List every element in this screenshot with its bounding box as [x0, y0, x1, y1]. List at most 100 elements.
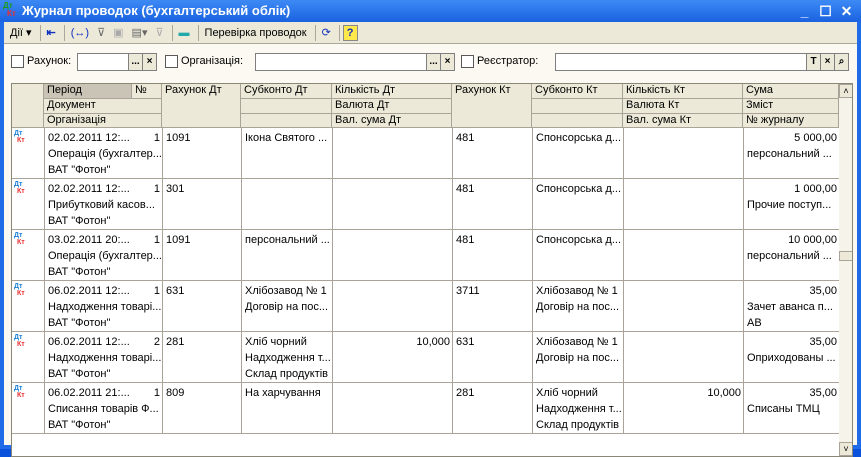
org-clear-button[interactable]: × [440, 53, 455, 71]
registrar-search-button[interactable]: ⌕ [834, 53, 849, 71]
registrar-type-button[interactable]: T [806, 53, 821, 71]
cell-subconto-kt [533, 163, 623, 177]
cell-account-kt: 281 [456, 387, 475, 399]
header-period[interactable]: Період [44, 84, 132, 99]
cell-subconto-dt [242, 182, 332, 196]
maximize-button[interactable]: ☐ [817, 3, 834, 19]
cell-org: ВАТ "Фотон" [48, 164, 111, 176]
account-checkbox[interactable] [11, 55, 24, 68]
cell-qty-kt [624, 233, 743, 247]
cell-content: Списаны ТМЦ [747, 403, 820, 415]
table-row[interactable]: Дт Кт 02.02.2011 12:... 1 Операція (бухгалте… [12, 128, 839, 179]
org-checkbox[interactable] [165, 55, 178, 68]
header-document[interactable]: Документ [44, 99, 162, 114]
cell-document: Операція (бухгалтер... [48, 250, 162, 262]
cell-journal [744, 163, 839, 177]
header-journal[interactable]: № журналу [743, 114, 839, 128]
header-corner[interactable] [12, 84, 44, 128]
cell-subconto-kt: Договір на пос... [536, 301, 620, 313]
cell-subconto-kt: Хлібозавод № 1 [536, 285, 618, 297]
header-acc_dt[interactable]: Рахунок Дт [162, 84, 241, 128]
cell-sum: 1 000,00 [794, 183, 837, 195]
account-clear-button[interactable]: × [142, 53, 157, 71]
table-row[interactable]: Дт Кт 06.02.2011 21:... 1 Списання товарів Ф… [12, 383, 839, 434]
cell-subconto-kt: Склад продуктів [536, 419, 620, 431]
cell-org: ВАТ "Фотон" [48, 266, 111, 278]
cell-org: ВАТ "Фотон" [48, 419, 111, 431]
filter-value-icon[interactable]: ▣ [110, 24, 126, 42]
close-button[interactable]: ✕ [838, 3, 855, 19]
header-qty_kt[interactable]: Кількість Кт [623, 84, 743, 99]
scroll-up-button[interactable]: ˄ [839, 84, 852, 98]
entry-dt-kt-icon: Дт Кт [14, 181, 25, 195]
table-row[interactable]: Дт Кт 03.02.2011 20:... 1 Операція (бухгалте… [12, 230, 839, 281]
filter-list-icon[interactable]: ▤▾ [129, 24, 151, 42]
help-button[interactable]: ? [342, 24, 358, 41]
header-sub_kt-2[interactable] [532, 99, 623, 114]
header-cur_kt[interactable]: Валюта Кт [623, 99, 743, 114]
separator [338, 24, 340, 41]
header-cursum_kt[interactable]: Вал. сума Кт [623, 114, 743, 128]
account-select-button[interactable]: ... [128, 53, 143, 71]
cell-period: 06.02.2011 12:... [48, 285, 130, 297]
cell-document: Надходження товарі... [48, 301, 162, 313]
window-title: Журнал проводок (бухгалтерський облік) [22, 3, 291, 18]
org-input[interactable] [255, 53, 430, 71]
cell-subconto-kt: Спонсорська д... [536, 183, 621, 195]
scroll-down-button[interactable]: ˅ [839, 442, 852, 456]
scroll-thumb[interactable] [839, 251, 852, 261]
cell-subconto-dt: Договір на пос... [245, 301, 329, 313]
cell-journal [744, 214, 839, 228]
client-area: Дії ▾ ⇤ (↔) ⊽ ▣ ▤▾ ⊽ ▬ Перевірка проводо… [4, 22, 857, 457]
table-row[interactable]: Дт Кт 02.02.2011 12:... 1 Прибутковий касов.… [12, 179, 839, 230]
header-sub_dt-3[interactable] [241, 114, 332, 128]
account-input[interactable] [77, 53, 132, 71]
cell-account-kt: 631 [456, 336, 475, 348]
cell-org: ВАТ "Фотон" [48, 317, 111, 329]
header-sub_dt[interactable]: Субконто Дт [241, 84, 332, 99]
cell-subconto-kt [533, 214, 623, 228]
clear-filter-icon[interactable]: ⊽ [152, 24, 166, 42]
panel-icon[interactable]: ▬ [176, 24, 193, 42]
cell-subconto-dt: Хліб чорний [245, 336, 307, 348]
header-sub_kt[interactable]: Субконто Кт [532, 84, 623, 99]
header-qty_dt[interactable]: Кількість Дт [332, 84, 452, 99]
header-sub_kt-3[interactable] [532, 114, 623, 128]
header-cursum_dt[interactable]: Вал. сума Дт [332, 114, 452, 128]
filter-icon[interactable]: ⊽ [94, 24, 108, 42]
title-bar: Дт Кт Журнал проводок (бухгалтерський обл… [0, 0, 861, 22]
back-arrow-icon[interactable]: ⇤ [44, 24, 59, 42]
cell-qty-dt: 10,000 [416, 336, 450, 348]
cell-qty-kt: 10,000 [707, 387, 741, 399]
entry-dt-kt-icon: Дт Кт [14, 283, 25, 297]
actions-menu[interactable]: Дії ▾ [7, 24, 35, 42]
org-select-button[interactable]: ... [426, 53, 441, 71]
header-org[interactable]: Організація [44, 114, 162, 128]
header-sum[interactable]: Сума [743, 84, 839, 99]
registrar-input[interactable] [555, 53, 809, 71]
registrar-checkbox[interactable] [461, 55, 474, 68]
account-label: Рахунок: [27, 55, 72, 67]
cell-subconto-kt: Надходження т... [536, 403, 622, 415]
registrar-clear-button[interactable]: × [820, 53, 835, 71]
header-sub_dt-2[interactable] [241, 99, 332, 114]
header-num[interactable]: № [132, 84, 162, 99]
table-row[interactable]: Дт Кт 06.02.2011 12:... 1 Надходження товарі… [12, 281, 839, 332]
interval-icon[interactable]: (↔) [68, 24, 92, 42]
cell-sum: 5 000,00 [794, 132, 837, 144]
cell-subconto-dt: На харчування [245, 387, 321, 399]
vertical-scrollbar[interactable]: ˄ ˅ [839, 84, 852, 456]
cell-subconto-dt: Хлібозавод № 1 [245, 285, 327, 297]
table-row[interactable]: Дт Кт 06.02.2011 12:... 2 Надходження товарі… [12, 332, 839, 383]
cell-subconto-kt [533, 367, 623, 381]
check-entries-button[interactable]: Перевірка проводок [202, 24, 310, 42]
cell-subconto-dt: персональний ... [245, 234, 330, 246]
header-acc_kt[interactable]: Рахунок Кт [452, 84, 532, 128]
header-cur_dt[interactable]: Валюта Дт [332, 99, 452, 114]
minimize-button[interactable]: _ [796, 3, 813, 19]
cell-subconto-dt: Ікона Святого ... [245, 132, 328, 144]
separator [39, 24, 41, 41]
refresh-icon[interactable]: ⟳ [319, 24, 334, 42]
header-content[interactable]: Зміст [743, 99, 839, 114]
cell-account-dt: 809 [166, 387, 185, 399]
